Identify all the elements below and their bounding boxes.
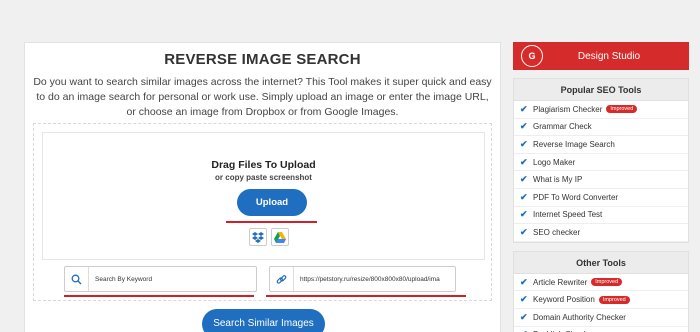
upload-button[interactable]: Upload xyxy=(237,189,307,216)
tool-description: Do you want to search similar images acr… xyxy=(33,76,492,118)
sidebar-item[interactable]: ✔ SEO checker xyxy=(514,224,688,242)
sidebar-item-label[interactable]: Keyword Position xyxy=(533,295,595,304)
search-icon xyxy=(65,267,89,291)
sidebar-item[interactable]: ✔Backlink Checker xyxy=(514,327,688,332)
checkmark-icon: ✔ xyxy=(520,174,528,185)
dropbox-button[interactable] xyxy=(249,228,267,246)
checkmark-icon: ✔ xyxy=(520,191,528,202)
google-drive-button[interactable] xyxy=(271,228,289,246)
other-tools-panel: Other Tools ✔ Article Rewriter Improved ✔ Ke… xyxy=(513,250,689,332)
google-drive-icon xyxy=(274,231,286,243)
checkmark-icon: ✔ xyxy=(520,311,528,322)
popular-tools-list: ✔ Plagiarism Checker Improved ✔ Grammar Chec… xyxy=(514,101,688,242)
checkmark-icon: ✔ xyxy=(520,103,528,114)
sidebar-item-label[interactable]: What is My IP xyxy=(533,175,582,184)
panel-title: Other Tools xyxy=(514,251,688,274)
sidebar-item-label[interactable]: Domain Authority Checker xyxy=(533,313,626,322)
dropbox-icon xyxy=(252,231,264,243)
keyword-search-field[interactable]: Search By Keyword xyxy=(64,266,257,292)
image-url-input[interactable]: https://petstory.ru/resize/800x800x80/up… xyxy=(300,276,440,283)
sidebar-item[interactable]: ✔ Keyword Position Improved xyxy=(514,291,688,309)
checkmark-icon: ✔ xyxy=(520,138,528,149)
drag-subtitle: or copy paste screenshot xyxy=(215,173,312,182)
page-title: REVERSE IMAGE SEARCH xyxy=(164,51,361,68)
sidebar-item[interactable]: ✔ Grammar Check xyxy=(514,119,688,137)
drop-zone[interactable]: Drag Files To Upload or copy paste scree… xyxy=(42,132,485,260)
image-url-field[interactable]: https://petstory.ru/resize/800x800x80/up… xyxy=(269,266,456,292)
sidebar-item[interactable]: ✔ Reverse Image Search xyxy=(514,136,688,154)
sidebar-item-label[interactable]: Internet Speed Test xyxy=(533,210,602,219)
sidebar-item[interactable]: ✔ Logo Maker xyxy=(514,154,688,172)
sidebar-item[interactable]: ✔ Plagiarism Checker Improved xyxy=(514,101,688,119)
design-studio-banner[interactable]: G Design Studio xyxy=(513,42,689,70)
sidebar-item[interactable]: ✔ What is My IP xyxy=(514,171,688,189)
brand-logo: G xyxy=(521,45,543,67)
checkmark-icon: ✔ xyxy=(520,276,528,287)
checkmark-icon: ✔ xyxy=(520,209,528,220)
reverse-image-search-card: REVERSE IMAGE SEARCH Do you want to sear… xyxy=(24,42,501,332)
link-icon xyxy=(270,267,294,291)
other-tools-list: ✔ Article Rewriter Improved ✔ Keyword Positi… xyxy=(514,274,688,332)
keyword-input[interactable]: Search By Keyword xyxy=(95,276,152,283)
drag-title: Drag Files To Upload xyxy=(211,159,316,171)
popular-seo-tools-panel: Popular SEO Tools ✔ Plagiarism Checker Imp… xyxy=(513,78,689,243)
sidebar: G Design Studio Popular SEO Tools ✔ Plagi… xyxy=(513,42,689,332)
sidebar-item-label[interactable]: Plagiarism Checker xyxy=(533,105,602,114)
sidebar-item-label[interactable]: SEO checker xyxy=(533,228,580,237)
panel-title: Popular SEO Tools xyxy=(514,79,688,101)
improved-badge: Improved xyxy=(606,105,638,114)
sidebar-item-label[interactable]: Article Rewriter xyxy=(533,278,587,287)
sidebar-item[interactable]: ✔ PDF To Word Converter xyxy=(514,189,688,207)
annotation-underline xyxy=(266,295,466,297)
brand-name: Design Studio xyxy=(577,50,641,62)
annotation-underline xyxy=(226,221,317,223)
sidebar-item[interactable]: ✔ Article Rewriter Improved xyxy=(514,274,688,292)
checkmark-icon: ✔ xyxy=(520,156,528,167)
search-similar-images-button[interactable]: Search Similar Images xyxy=(202,309,325,332)
improved-badge: Improved xyxy=(591,278,623,287)
sidebar-item-label[interactable]: Logo Maker xyxy=(533,158,575,167)
annotation-underline xyxy=(64,295,254,297)
upload-area: Drag Files To Upload or copy paste scree… xyxy=(33,123,492,301)
checkmark-icon: ✔ xyxy=(520,121,528,132)
sidebar-item[interactable]: ✔ Internet Speed Test xyxy=(514,207,688,225)
sidebar-item-label[interactable]: Reverse Image Search xyxy=(533,140,615,149)
sidebar-item[interactable]: ✔ Domain Authority Checker xyxy=(514,309,688,327)
improved-badge: Improved xyxy=(598,295,630,304)
sidebar-item-label[interactable]: PDF To Word Converter xyxy=(533,193,618,202)
checkmark-icon: ✔ xyxy=(520,226,528,237)
checkmark-icon: ✔ xyxy=(520,294,528,305)
sidebar-item-label[interactable]: Grammar Check xyxy=(533,122,592,131)
